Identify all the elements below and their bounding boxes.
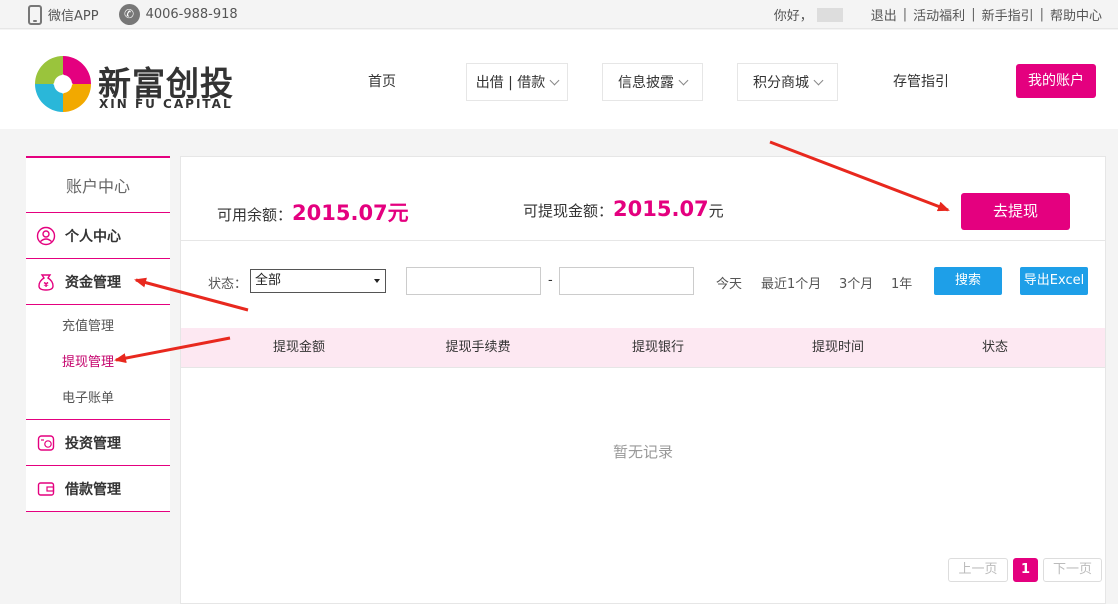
account-sidebar: 账户中心 个人中心 ¥ 资金管理 充值管理 提现管理 电子账单 投资管理 借款管… bbox=[26, 156, 170, 512]
sidebar-title: 账户中心 bbox=[26, 156, 170, 213]
top-bar: 微信APP ✆ 4006-988-918 你好， 退出 | 活动福利 | 新手指… bbox=[0, 0, 1118, 29]
chevron-down-icon bbox=[549, 75, 560, 86]
telephone-icon: ✆ bbox=[118, 4, 140, 25]
sidebar-item-label: 借款管理 bbox=[65, 481, 121, 498]
sidebar-item-label: 个人中心 bbox=[65, 228, 121, 245]
wechat-app-link[interactable]: 微信APP bbox=[48, 5, 99, 24]
link-separator: | bbox=[1039, 7, 1044, 22]
column-header-bank: 提现银行 bbox=[631, 340, 684, 355]
column-header-status: 状态 bbox=[981, 340, 1008, 355]
available-balance-label: 可用余额： bbox=[217, 206, 293, 224]
beginner-guide-link[interactable]: 新手指引 bbox=[982, 5, 1034, 24]
start-date-input[interactable] bbox=[406, 267, 541, 295]
hotline-number: 4006-988-918 bbox=[145, 7, 238, 22]
nav-home[interactable]: 首页 bbox=[352, 63, 412, 101]
next-page-button[interactable]: 下一页 bbox=[1043, 558, 1102, 582]
current-page-button[interactable]: 1 bbox=[1013, 558, 1038, 582]
sidebar-item-personal-center[interactable]: 个人中心 bbox=[26, 213, 170, 259]
top-bar-contacts: 微信APP ✆ 4006-988-918 bbox=[28, 0, 238, 29]
logo-mark-icon bbox=[35, 56, 91, 112]
money-bag-icon: ¥ bbox=[38, 273, 54, 291]
search-button[interactable]: 搜索 bbox=[934, 267, 1002, 295]
nav-home-label: 首页 bbox=[368, 74, 396, 90]
export-excel-button[interactable]: 导出Excel bbox=[1020, 267, 1088, 295]
withdraw-management-panel: 可用余额：2015.07元 可提现金额：2015.07元 去提现 状态： 全部 … bbox=[180, 156, 1106, 604]
svg-text:¥: ¥ bbox=[44, 281, 49, 289]
nav-disclosure[interactable]: 信息披露 bbox=[602, 63, 703, 101]
link-separator: | bbox=[902, 7, 908, 22]
dropdown-arrow-icon bbox=[374, 279, 380, 283]
end-date-input[interactable] bbox=[559, 267, 694, 295]
range-1-year[interactable]: 1年 bbox=[891, 273, 912, 292]
nav-lend-borrow[interactable]: 出借 | 借款 bbox=[466, 63, 568, 101]
nav-disclosure-label: 信息披露 bbox=[618, 75, 674, 91]
user-icon bbox=[36, 226, 56, 245]
prev-page-button[interactable]: 上一页 bbox=[948, 558, 1008, 582]
site-logo[interactable]: 新富创投 XIN FU CAPITAL bbox=[34, 55, 234, 117]
fund-management-submenu: 充值管理 提现管理 电子账单 bbox=[26, 305, 170, 420]
nav-custody-guide-label: 存管指引 bbox=[893, 74, 949, 90]
range-3-months[interactable]: 3个月 bbox=[839, 273, 873, 292]
site-header: 新富创投 XIN FU CAPITAL 首页 出借 | 借款 信息披露 积分商城… bbox=[0, 30, 1118, 129]
chevron-down-icon bbox=[813, 75, 824, 86]
sidebar-item-label: 资金管理 bbox=[65, 274, 121, 291]
column-header-fee: 提现手续费 bbox=[445, 340, 511, 355]
column-header-amount: 提现金额 bbox=[272, 340, 325, 355]
status-filter-label: 状态： bbox=[208, 277, 248, 292]
column-header-time: 提现时间 bbox=[811, 340, 864, 355]
withdrawable-balance-unit: 元 bbox=[708, 202, 724, 220]
sidebar-item-fund-management[interactable]: ¥ 资金管理 bbox=[26, 259, 170, 305]
my-account-button[interactable]: 我的账户 bbox=[1016, 64, 1096, 98]
status-select[interactable]: 全部 bbox=[250, 269, 386, 293]
go-withdraw-button[interactable]: 去提现 bbox=[961, 193, 1070, 230]
withdrawable-balance-label: 可提现金额： bbox=[523, 202, 614, 220]
greeting-text: 你好， bbox=[773, 9, 813, 24]
table-header-row: 提现金额 提现手续费 提现银行 提现时间 状态 bbox=[181, 328, 1105, 368]
sidebar-item-investment-management[interactable]: 投资管理 bbox=[26, 420, 170, 466]
date-range-dash: - bbox=[548, 273, 553, 288]
range-last-month[interactable]: 最近1个月 bbox=[761, 273, 821, 292]
nav-lend-borrow-label: 出借 | 借款 bbox=[475, 75, 546, 91]
chevron-down-icon bbox=[678, 75, 689, 86]
help-center-link[interactable]: 帮助中心 bbox=[1050, 5, 1102, 24]
logo-english-name: XIN FU CAPITAL bbox=[99, 97, 233, 111]
mobile-phone-icon bbox=[28, 4, 42, 25]
link-separator: | bbox=[971, 7, 976, 22]
nav-points-mall-label: 积分商城 bbox=[753, 75, 809, 91]
investment-icon bbox=[37, 434, 55, 451]
sidebar-subitem-withdraw[interactable]: 提现管理 bbox=[26, 345, 170, 381]
available-balance: 可用余额：2015.07元 bbox=[217, 197, 409, 227]
available-balance-amount: 2015.07元 bbox=[292, 201, 409, 225]
range-today[interactable]: 今天 bbox=[716, 273, 742, 292]
withdrawable-balance: 可提现金额：2015.07元 bbox=[523, 197, 724, 221]
status-select-value: 全部 bbox=[255, 273, 282, 288]
nav-points-mall[interactable]: 积分商城 bbox=[737, 63, 838, 101]
sidebar-item-label: 投资管理 bbox=[65, 435, 121, 452]
username-mask bbox=[816, 7, 843, 22]
nav-custody-guide[interactable]: 存管指引 bbox=[884, 63, 958, 101]
empty-records-message: 暂无记录 bbox=[612, 443, 673, 461]
top-bar-links: 你好， 退出 | 活动福利 | 新手指引 | 帮助中心 bbox=[774, 0, 1102, 29]
promotions-link[interactable]: 活动福利 bbox=[913, 5, 965, 24]
withdrawable-balance-amount: 2015.07 bbox=[613, 197, 709, 221]
sidebar-subitem-e-bill[interactable]: 电子账单 bbox=[26, 381, 170, 417]
section-divider bbox=[181, 240, 1105, 241]
sidebar-item-loan-management[interactable]: 借款管理 bbox=[26, 466, 170, 512]
sidebar-subitem-recharge[interactable]: 充值管理 bbox=[26, 309, 170, 345]
logout-link[interactable]: 退出 bbox=[871, 5, 897, 24]
wallet-icon bbox=[37, 481, 55, 496]
